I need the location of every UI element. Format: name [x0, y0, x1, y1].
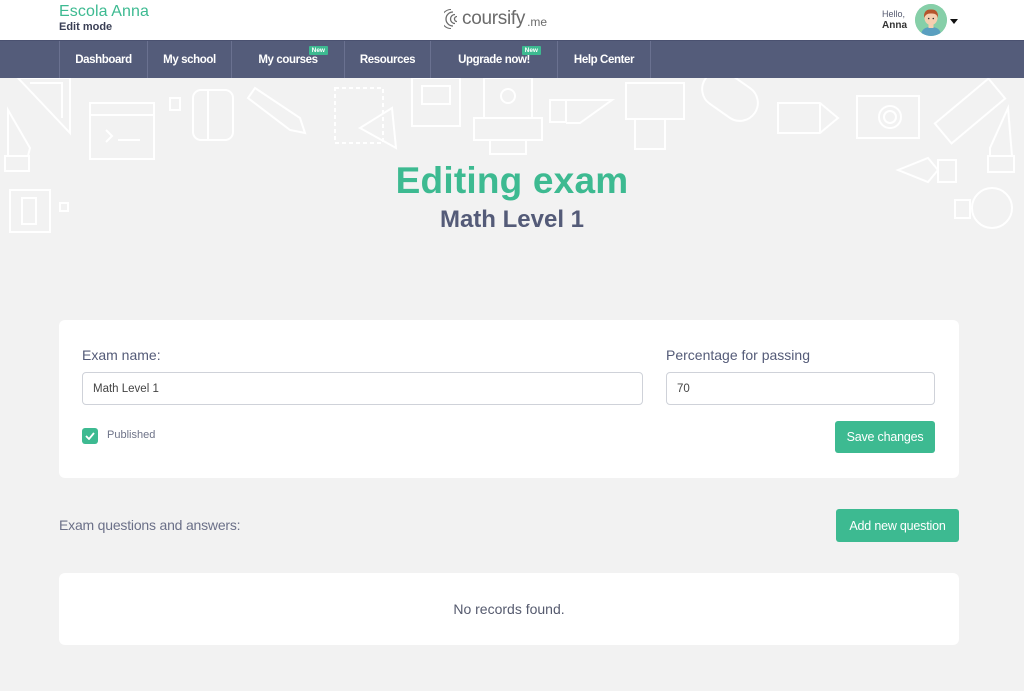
passing-percentage-label: Percentage for passing	[666, 347, 810, 363]
selection-tool-icon	[334, 87, 398, 150]
paint-brush-icon	[169, 89, 234, 141]
nav-label: Help Center	[573, 53, 635, 66]
nav-item-resources[interactable]: Resources	[344, 41, 430, 78]
camera-icon	[856, 95, 920, 139]
logo-suffix: .me	[527, 15, 548, 29]
main-nav: Dashboard My school My courses New Resou…	[0, 40, 1024, 78]
published-checkbox[interactable]	[82, 428, 98, 444]
logo-text: coursify	[462, 8, 526, 29]
greeting-text: Hello,	[882, 9, 906, 19]
nav-item-my-school[interactable]: My school	[147, 41, 231, 78]
image-frame-icon	[411, 78, 461, 127]
nav-label: Resources	[359, 53, 416, 66]
exam-name-label: Exam name:	[82, 347, 161, 363]
nav-label: Upgrade now!	[458, 53, 530, 66]
nav-item-help-center[interactable]: Help Center	[557, 41, 651, 78]
mouse-icon	[701, 78, 759, 122]
film-roll-icon	[625, 82, 685, 150]
user-menu-caret-icon[interactable]	[950, 19, 958, 24]
new-badge: New	[521, 46, 541, 55]
nav-label: My courses	[258, 53, 318, 66]
exam-subtitle: Math Level 1	[439, 206, 585, 233]
edit-mode-label: Edit mode	[59, 21, 113, 33]
nav-label: Dashboard	[75, 53, 132, 66]
terminal-window-icon	[89, 102, 155, 160]
logo-waves-icon	[444, 8, 458, 30]
crayon-icon	[777, 102, 840, 134]
passing-percentage-input[interactable]	[666, 372, 935, 405]
glue-tool-icon	[549, 99, 616, 124]
user-avatar-icon	[915, 4, 947, 36]
add-question-button[interactable]: Add new question	[836, 509, 959, 542]
page-title: Editing exam	[395, 160, 629, 201]
empty-state-text: No records found.	[453, 601, 565, 617]
coursify-logo[interactable]: coursify .me	[444, 6, 547, 32]
nav-label: My school	[163, 53, 216, 66]
school-name[interactable]: Escola Anna	[59, 3, 149, 21]
set-square-icon	[16, 78, 71, 136]
published-label: Published	[107, 429, 156, 441]
ruler-icon	[933, 78, 1007, 145]
exam-name-input[interactable]	[82, 372, 643, 405]
pencil-icon	[246, 86, 307, 135]
save-changes-button[interactable]: Save changes	[835, 421, 935, 453]
exam-settings-card: Exam name: Percentage for passing Publis…	[59, 320, 959, 478]
questions-list: No records found.	[59, 573, 959, 645]
questions-section-label: Exam questions and answers:	[59, 517, 241, 533]
nav-item-dashboard[interactable]: Dashboard	[59, 41, 147, 78]
polaroid-camera-icon	[473, 78, 543, 155]
avatar[interactable]	[915, 4, 947, 36]
nav-item-my-courses[interactable]: My courses New	[231, 41, 344, 78]
nav-item-upgrade[interactable]: Upgrade now! New	[430, 41, 557, 78]
user-greeting: Hello, Anna	[882, 9, 907, 31]
top-header: Escola Anna Edit mode coursify .me Hello…	[0, 0, 1024, 40]
user-name: Anna	[882, 20, 907, 31]
checkmark-icon	[85, 432, 95, 440]
new-badge: New	[308, 46, 328, 55]
